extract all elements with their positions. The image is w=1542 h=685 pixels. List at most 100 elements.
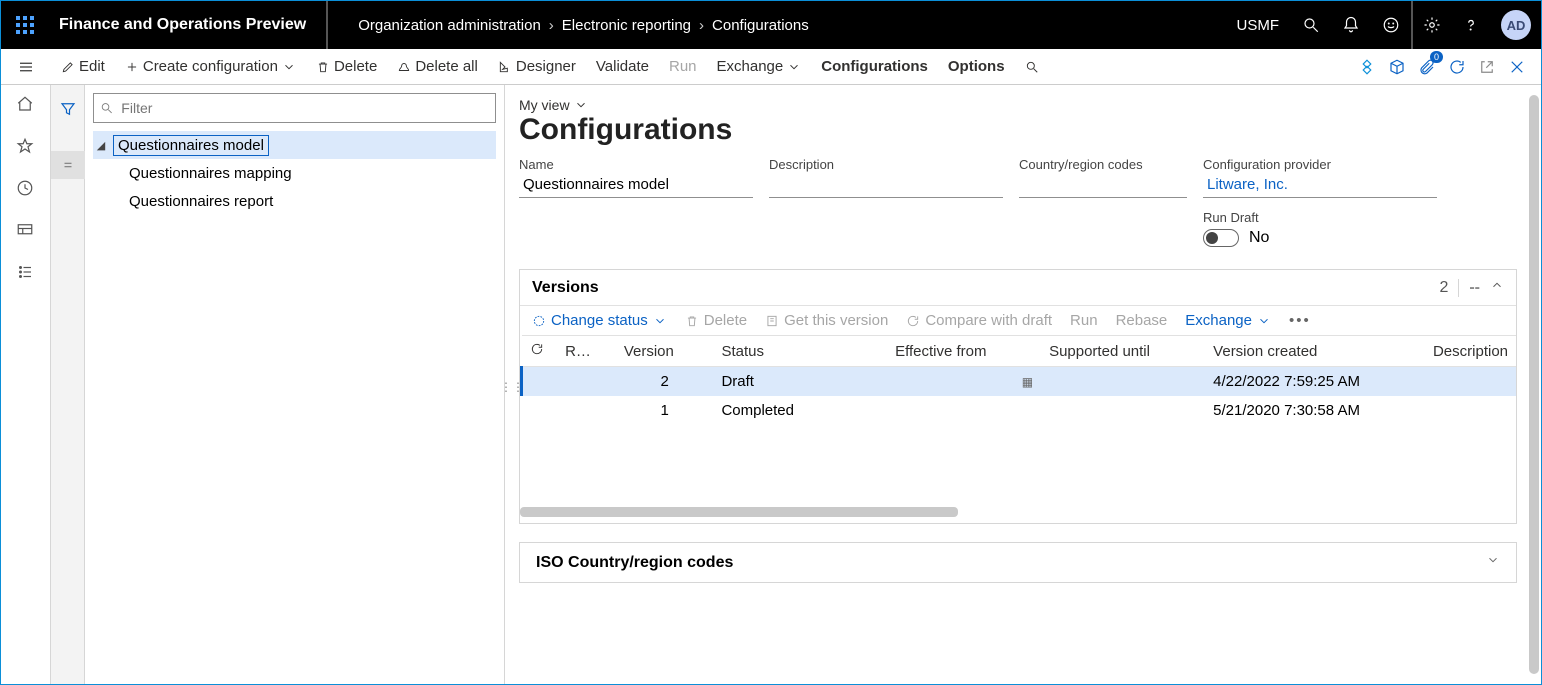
chevron-down-icon [282,60,296,74]
description-field[interactable] [769,174,1003,198]
diamond-icon[interactable] [1355,55,1379,79]
nav-rail [1,85,51,684]
compare-button: Compare with draft [906,312,1052,329]
versions-count: 2 [1439,279,1458,297]
main-pane: My view Configurations Name Questionnair… [505,85,1541,684]
chevron-up-icon[interactable] [1490,278,1504,297]
help-icon[interactable] [1451,1,1491,49]
attach-badge: 0 [1430,51,1443,63]
cycle-icon [532,314,546,328]
get-version-button: Get this version [765,312,888,329]
app-title: Finance and Operations Preview [49,1,328,49]
tree-caret-icon[interactable]: ◢ [95,139,107,152]
funnel-icon[interactable] [51,95,85,123]
breadcrumb-item[interactable]: Organization administration [358,17,541,34]
tree-item-label: Questionnaires model [113,135,269,156]
attach-icon[interactable]: 0 [1415,55,1439,79]
horizontal-scrollbar[interactable] [520,507,958,517]
tree-item[interactable]: Questionnaires mapping [93,159,496,187]
grid-column-header[interactable]: Description [1425,336,1516,367]
grid-column-header[interactable]: R… [557,336,616,367]
scrollbar[interactable] [1529,95,1539,674]
iso-title: ISO Country/region codes [536,554,733,572]
run-button: Run [659,49,707,85]
recent-icon[interactable] [16,179,36,199]
lines-icon[interactable] [51,151,85,179]
app-launcher-icon[interactable] [1,1,49,49]
breadcrumb-item[interactable]: Configurations [712,17,809,34]
modules-icon[interactable] [16,263,36,283]
page-title: Configurations [519,113,1517,147]
chevron-down-icon [574,98,588,112]
workspace-icon[interactable] [16,221,36,241]
provider-label: Configuration provider [1203,157,1437,172]
grid-column-header[interactable]: Status [713,336,887,367]
hamburger-icon[interactable] [1,58,51,76]
name-label: Name [519,157,753,172]
bell-icon[interactable] [1331,1,1371,49]
breadcrumb-item[interactable]: Electronic reporting [562,17,691,34]
delete-button[interactable]: Delete [306,49,387,85]
tree-item[interactable]: Questionnaires report [93,187,496,215]
country-field[interactable] [1019,174,1187,198]
search-icon [100,101,113,115]
grid-column-header[interactable]: Supported until [1041,336,1205,367]
name-field[interactable]: Questionnaires model [519,174,753,198]
rundraft-value: No [1249,229,1269,247]
search-action-icon[interactable] [1015,49,1049,85]
version-exchange-button[interactable]: Exchange [1185,312,1271,329]
gear-icon[interactable] [1411,1,1451,49]
filter-rail [51,85,85,684]
smile-icon[interactable] [1371,1,1411,49]
exchange-button[interactable]: Exchange [707,49,812,85]
tree-filter-input[interactable] [93,93,496,123]
table-row[interactable]: 1Completed5/21/2020 7:30:58 AM [522,396,1517,425]
search-icon[interactable] [1291,1,1331,49]
options-button[interactable]: Options [938,49,1015,85]
change-status-button[interactable]: Change status [532,312,667,329]
chevron-down-icon [1257,314,1271,328]
version-delete-button: Delete [685,312,747,329]
close-icon[interactable] [1505,55,1529,79]
refresh-icon[interactable] [1445,55,1469,79]
popout-icon[interactable] [1475,55,1499,79]
chevron-right-icon: › [699,17,704,34]
more-icon[interactable]: ••• [1289,312,1311,329]
star-icon[interactable] [16,137,36,157]
home-icon[interactable] [16,95,36,115]
rundraft-toggle[interactable] [1203,229,1239,247]
rebase-button: Rebase [1116,312,1168,329]
description-label: Description [769,157,1003,172]
breadcrumb: Organization administration › Electronic… [328,17,809,34]
table-row[interactable]: 2Draft▦4/22/2022 7:59:25 AM [522,367,1517,397]
grid-column-header[interactable]: Version [616,336,714,367]
edit-button[interactable]: Edit [51,49,115,85]
grid-refresh-header[interactable] [522,336,558,367]
action-bar: Edit Create configuration Delete Delete … [1,49,1541,85]
tree-item-label: Questionnaires mapping [129,165,292,182]
versions-grid: R…VersionStatusEffective fromSupported u… [520,335,1516,425]
provider-field[interactable]: Litware, Inc. [1203,174,1437,198]
company-picker[interactable]: USMF [1225,17,1292,34]
chevron-down-icon [787,60,801,74]
version-run-button: Run [1070,312,1098,329]
delete-all-button[interactable]: Delete all [387,49,488,85]
versions-title: Versions [532,279,599,297]
tree-pane: ◢ Questionnaires model Questionnaires mapp… [85,85,505,684]
box-icon[interactable] [1385,55,1409,79]
create-configuration-button[interactable]: Create configuration [115,49,306,85]
grid-column-header[interactable]: Version created [1205,336,1425,367]
view-selector[interactable]: My view [519,97,1517,113]
calendar-icon[interactable]: ▦ [1022,375,1033,389]
designer-button[interactable]: Designer [488,49,586,85]
iso-section[interactable]: ISO Country/region codes [519,542,1517,583]
tree-item[interactable]: ◢ Questionnaires model [93,131,496,159]
tree-item-label: Questionnaires report [129,193,273,210]
avatar[interactable]: AD [1501,10,1531,40]
versions-dashes: -- [1458,279,1490,297]
validate-button[interactable]: Validate [586,49,659,85]
country-label: Country/region codes [1019,157,1187,172]
rundraft-label: Run Draft [1203,210,1437,225]
configurations-button[interactable]: Configurations [811,49,938,85]
grid-column-header[interactable]: Effective from [887,336,1041,367]
